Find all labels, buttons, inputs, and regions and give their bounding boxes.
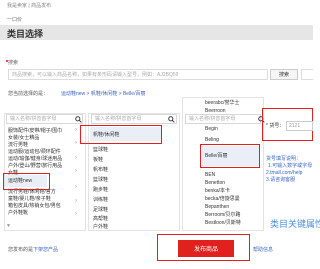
level2-search-input[interactable]: 输入名称/拼音首字母 (91, 114, 177, 124)
chevron-right-icon: › (75, 168, 77, 174)
level1-search-placeholder: 输入名称/拼音首字母 (10, 116, 57, 122)
level1-item[interactable]: 女装/女士精品 (8, 135, 39, 141)
category-search-placeholder: 商品搜索，可以输入商品名称，如果有条形码请输入型号，例如：AJ2BQ59 (12, 71, 179, 78)
level1-item[interactable]: 运动/瑜伽/健身/球迷用品 (8, 156, 62, 162)
level2-item[interactable]: 跑步鞋 (93, 187, 108, 193)
level3-item[interactable]: Begin (205, 126, 218, 132)
level3-item[interactable]: Benetton (205, 180, 225, 186)
level2-item[interactable]: 足球鞋 (93, 207, 108, 213)
level1-item[interactable]: 户外鞋靴 (8, 210, 28, 216)
level2-search-placeholder: 输入名称/拼音首字母 (95, 116, 142, 122)
chevron-right-icon: › (75, 211, 77, 217)
level2-item[interactable]: 帆布鞋 (93, 167, 108, 173)
selected-path-label: 您当前选择的是： (8, 91, 49, 97)
level1-item[interactable]: 箱包皮具/热销女包/男包 (8, 203, 61, 209)
title-bar (0, 25, 313, 40)
selected-path-link[interactable]: 运动鞋new > 帆鞋/休闲鞋 > Belle/百丽 (61, 91, 145, 97)
chevron-right-icon: › (75, 127, 77, 133)
level3-search-placeholder: 输入名称/拼音首字母 (189, 116, 236, 122)
level1-item[interactable]: 运动服/运动包/颈环配件 (8, 149, 61, 155)
level1-item[interactable]: 服饰配件/皮带/帽子/围巾 (8, 128, 62, 134)
level2-item[interactable]: 篮球鞋 (93, 147, 108, 153)
category-key-attribute-caption: 类目关键属性 (270, 219, 320, 229)
level2-item[interactable]: 板鞋 (93, 157, 103, 163)
level1-item[interactable]: 童鞋/婴儿鞋/亲子鞋 (8, 196, 51, 202)
level3-item[interactable]: Bestloon/贝斯特 (205, 220, 241, 226)
footer-link[interactable]: 下架您产品 (33, 247, 58, 253)
level2-item[interactable]: 训练鞋 (93, 197, 108, 203)
level3-item[interactable]: Berroom/贝尔路 (205, 212, 241, 218)
page-title: 类目选择 (7, 29, 44, 39)
level3-item[interactable]: beerabc/誉华士 (205, 100, 239, 106)
breadcrumb: 我是卖家 | 商品发布 (7, 3, 52, 9)
search-extra-field[interactable] (301, 69, 313, 80)
level2-item[interactable]: 户外鞋 (93, 224, 108, 230)
highlight-box (200, 144, 260, 168)
chevron-right-icon: › (75, 198, 77, 204)
level1-search-input[interactable]: 输入名称/拼音首字母 (6, 114, 83, 124)
help-link[interactable]: 帮助信息 (253, 247, 273, 253)
attribute-help-link[interactable]: 2.tmall.com/help (266, 170, 302, 176)
level3-item[interactable]: Beerroon (205, 108, 226, 114)
level3-item[interactable]: BEN (205, 172, 215, 178)
publish-item-button[interactable]: 发布商品 (178, 240, 234, 257)
item-number-value: 2121 (289, 123, 301, 129)
attribute-help-text: 货号填写说明： (266, 156, 302, 162)
attribute-help-text: 3.请咨询客服 (266, 177, 296, 183)
chevron-right-icon: › (75, 140, 77, 146)
level2-item[interactable]: 高帮鞋 (93, 216, 108, 222)
category-search-input[interactable]: 商品搜索，可以输入商品名称，如果有条形码请输入型号，例如：AJ2BQ59 (8, 69, 268, 80)
chevron-right-icon: › (75, 184, 77, 190)
level3-item[interactable]: Beling (205, 137, 219, 143)
level3-item[interactable]: Bepanthen (205, 204, 229, 210)
footer-note: 您发布的是下架您产品 (8, 247, 58, 253)
chevron-right-icon: › (75, 155, 77, 161)
search-button[interactable]: 搜索 (270, 69, 298, 80)
level2-item[interactable]: 篮球鞋 (93, 177, 108, 183)
search-section-label: 搜索 (8, 60, 19, 66)
level1-item[interactable]: 流行男鞋 (8, 142, 28, 148)
highlight-box (3, 173, 50, 190)
level3-search-input[interactable]: 输入名称/拼音首字母 (185, 114, 261, 124)
item-number-label: * 货号： (266, 123, 285, 129)
level1-search-icon[interactable] (75, 116, 82, 123)
footer-note-prefix: 您发布的是 (8, 247, 34, 253)
attribute-help-text: 1.可输入数字或字母 (268, 163, 313, 169)
step-label: 一口价 (7, 17, 23, 23)
level2-search-icon[interactable] (168, 116, 175, 123)
item-number-input[interactable]: 2121 (286, 121, 313, 131)
level3-item[interactable]: benka/本卡 (205, 188, 230, 194)
level1-item[interactable]: 户外/登山/野营/旅行用品 (8, 163, 62, 169)
level3-item[interactable]: becka/倍旋思曼 (205, 196, 240, 202)
scroll-down-icon[interactable]: ▼ (6, 223, 11, 229)
highlight-box (80, 125, 162, 144)
